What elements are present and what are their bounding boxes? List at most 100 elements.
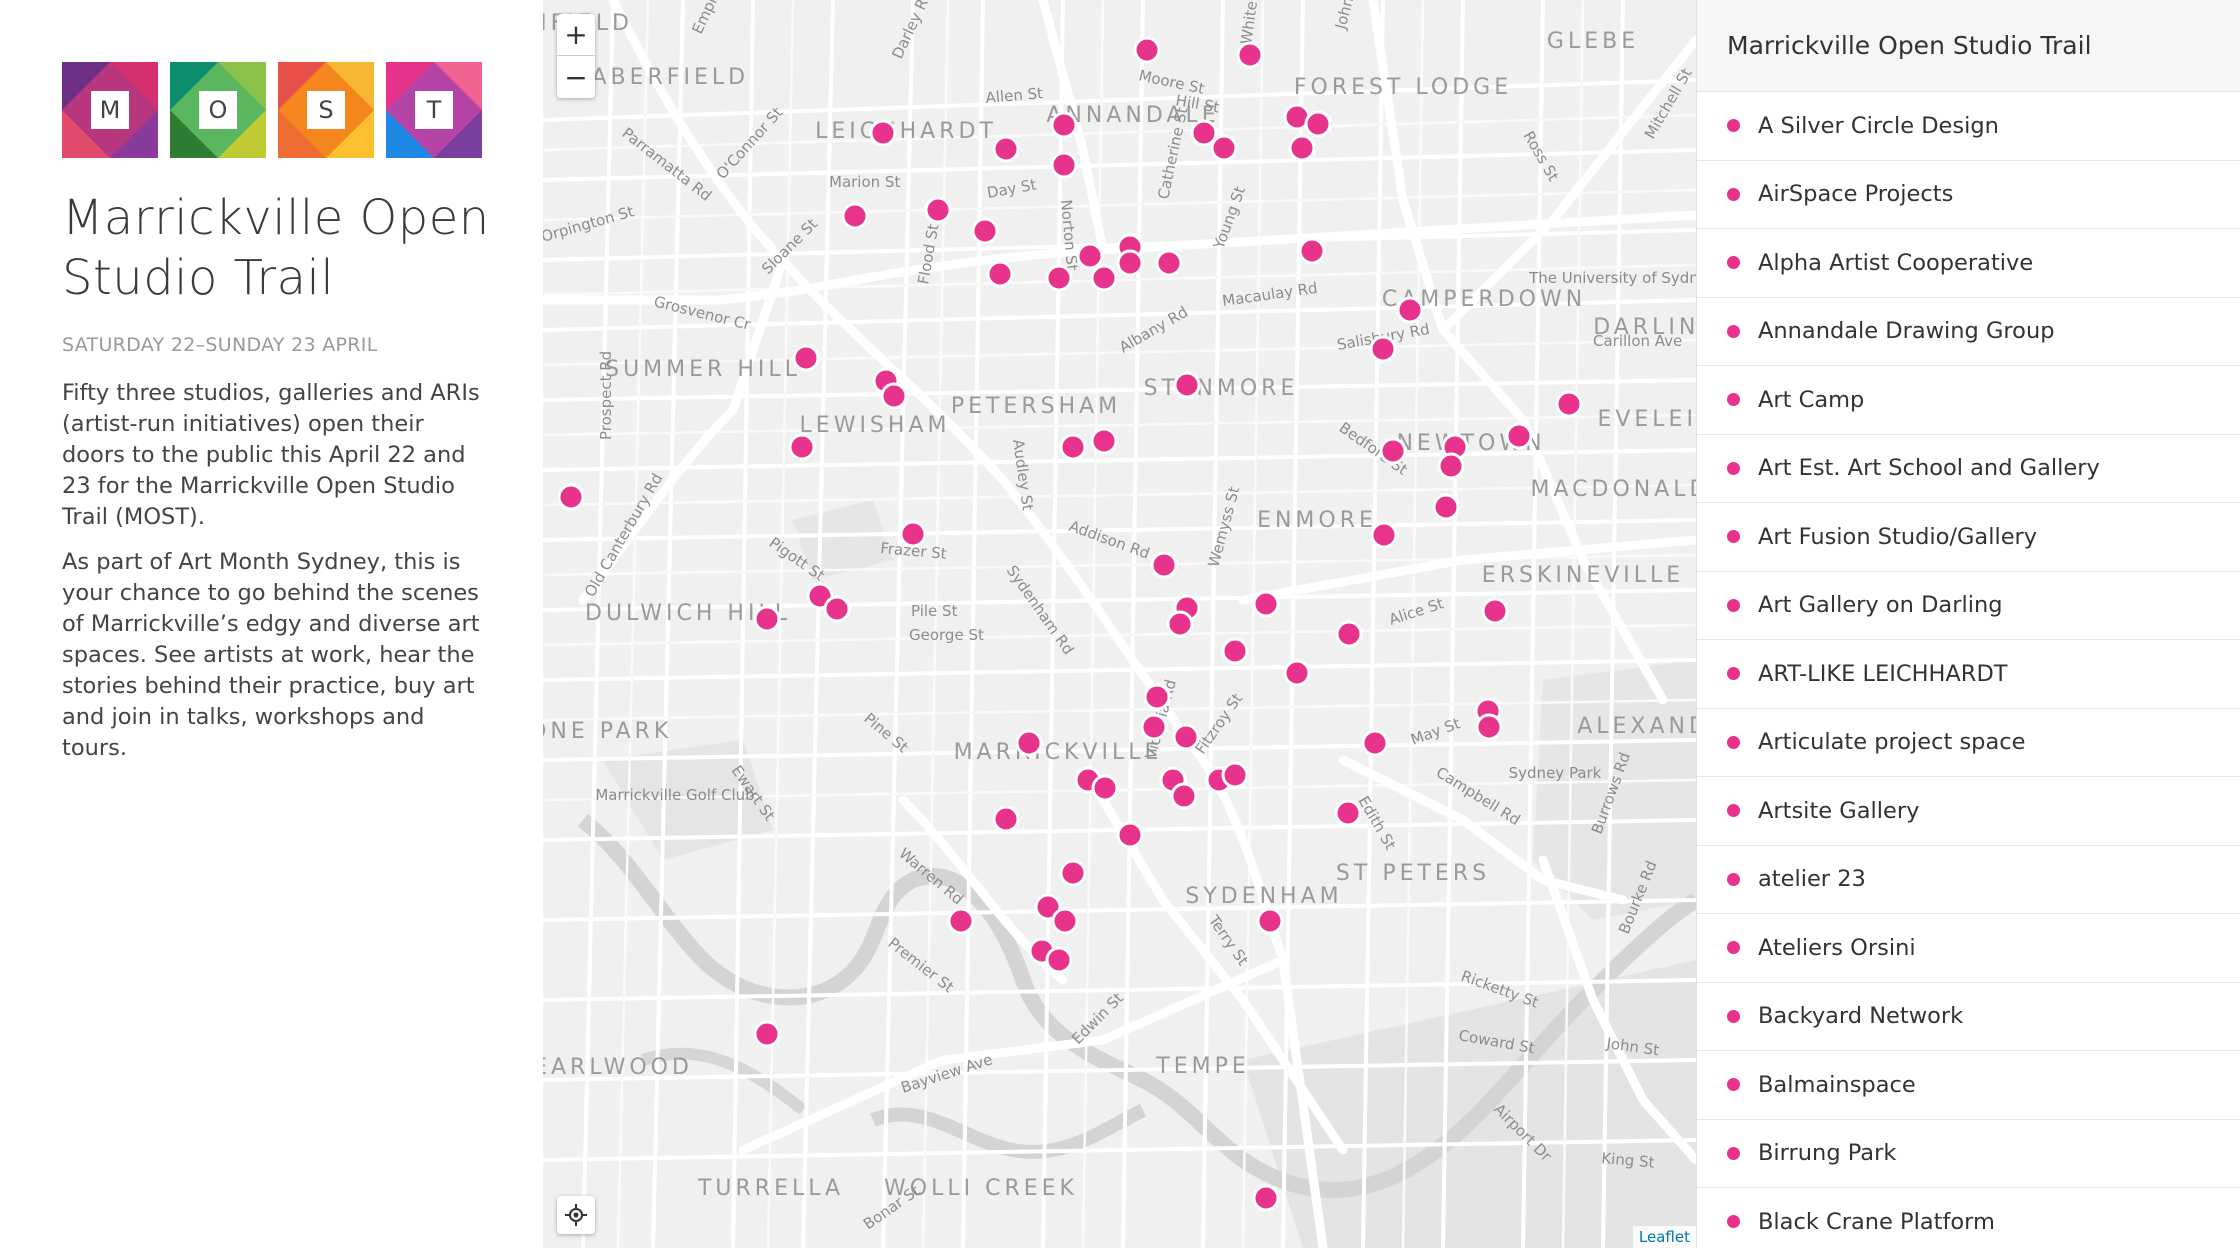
list-item-label: Alpha Artist Cooperative [1758,249,2034,276]
studio-marker [1059,433,1087,461]
list-item[interactable]: Art Est. Art School and Gallery [1697,435,2240,503]
logo-tile-t: T [386,62,482,158]
list-item-label: ART-LIKE LEICHHARDT [1758,660,2008,687]
studio-marker [1396,296,1424,324]
street-label: Empire St [688,0,735,37]
list-item-label: A Silver Circle Design [1758,112,1999,139]
studio-marker [1379,437,1407,465]
list-item-label: Art Fusion Studio/Gallery [1758,523,2038,550]
street-label: Addison Rd [1067,517,1152,563]
place-label: The University of Sydney [1528,269,1696,287]
map-tiles: HABERFIELD LEICHHARDT ANNANDALE FOREST L… [543,0,1696,1248]
zoom-control: + − [557,14,595,98]
zoom-in-button[interactable]: + [557,14,595,56]
studio-marker [1090,264,1118,292]
studio-marker [1221,761,1249,789]
list-item[interactable]: Art Fusion Studio/Gallery [1697,503,2240,572]
street-label: Audley St [1009,438,1037,512]
studio-marker [1334,799,1362,827]
suburb-label: HABERFIELD [571,65,749,90]
street-label: Pile St [911,602,958,620]
intro-paragraph: Fifty three studios, galleries and ARIs … [62,380,480,530]
street-label: Carillon Ave [1593,332,1682,350]
street-label: Edith St [1355,793,1400,853]
logo-letter: T [415,91,453,129]
studio-marker [869,119,897,147]
list-item[interactable]: A Silver Circle Design [1697,92,2240,161]
list-item[interactable]: ART-LIKE LEICHHARDT [1697,640,2240,709]
logo-letter: O [199,91,237,129]
list-item[interactable]: Birrung Park [1697,1120,2240,1188]
suburb-label: FOREST LODGE [1294,75,1512,100]
suburb-label: SYDENHAM [1185,884,1342,909]
list-item[interactable]: Ateliers Orsini [1697,914,2240,983]
list-item-label: Annandale Drawing Group [1758,318,2055,345]
list-item[interactable]: Artsite Gallery [1697,777,2240,846]
marker-dot-icon [1727,461,1740,475]
studio-marker [1437,452,1465,480]
studio-marker [899,520,927,548]
list-item[interactable]: Backyard Network [1697,983,2240,1051]
list-item[interactable]: AirSpace Projects [1697,161,2240,229]
studio-marker [1505,422,1533,450]
studio-marker [1432,493,1460,521]
studio-marker [841,202,869,230]
street-label: Day St [986,176,1038,202]
event-dates: SATURDAY 22–SUNDAY 23 APRIL [62,334,378,356]
list-item-label: atelier 23 [1758,866,1866,893]
studio-marker [1015,729,1043,757]
place-label: Sydney Park [1509,764,1602,782]
street-label: Flood St [914,223,942,286]
studio-marker [1140,713,1168,741]
list-item-label: Art Camp [1758,386,1865,413]
list-item[interactable]: Art Gallery on Darling [1697,572,2240,640]
list-item[interactable]: Art Camp [1697,366,2240,435]
suburb-label: LEWISHAM [800,413,951,438]
studio-marker [1150,551,1178,579]
suburb-label: MARRICKVILLE [954,740,1163,765]
suburb-label: ALEXANDRIA [1577,714,1696,739]
list-item[interactable]: Articulate project space [1697,709,2240,777]
studio-marker [1335,620,1363,648]
studio-marker [753,1020,781,1048]
street-label: Albany Rd [1116,303,1191,357]
suburb-label: LEICHHARDT [815,119,997,144]
marker-dot-icon [1727,187,1740,201]
studio-marker [1370,521,1398,549]
locate-button[interactable] [557,1196,595,1234]
studio-marker [1361,729,1389,757]
list-item-label: Art Gallery on Darling [1758,592,2003,619]
list-item[interactable]: Black Crane Platform [1697,1188,2240,1248]
map-attribution-link[interactable]: Leaflet [1632,1226,1696,1248]
studio-list: A Silver Circle Design AirSpace Projects A… [1697,92,2240,1248]
suburb-label: STONE PARK [543,719,672,744]
studio-marker [1252,1184,1280,1212]
studio-marker [1252,590,1280,618]
studio-marker [1051,907,1079,935]
street-label: Moore St [1137,66,1206,97]
list-item-label: Balmainspace [1758,1071,1916,1098]
list-item[interactable]: Balmainspace [1697,1051,2240,1120]
list-item-label: Art Est. Art School and Gallery [1758,455,2100,482]
marker-dot-icon [1727,119,1740,133]
studio-marker [1555,390,1583,418]
studio-marker [992,135,1020,163]
suburb-label: PETERSHAM [951,394,1121,419]
list-item-label: Articulate project space [1758,729,2026,756]
list-item-label: Black Crane Platform [1758,1208,1995,1235]
list-item[interactable]: Alpha Artist Cooperative [1697,229,2240,298]
logo-tile-o: O [170,62,266,158]
marker-dot-icon [1727,667,1740,681]
list-item[interactable]: Annandale Drawing Group [1697,298,2240,366]
studio-marker [1059,859,1087,887]
studio-marker [1050,111,1078,139]
studio-marker [1170,782,1198,810]
map[interactable]: HABERFIELD LEICHHARDT ANNANDALE FOREST L… [543,0,1696,1248]
zoom-out-button[interactable]: − [557,56,595,98]
suburb-label: EVELEIGH [1597,407,1696,432]
list-item[interactable]: atelier 23 [1697,846,2240,914]
street-label: Old Canterbury Rd [581,470,666,600]
studio-marker [1304,110,1332,138]
studio-marker [557,483,585,511]
list-item-label: Birrung Park [1758,1140,1897,1167]
